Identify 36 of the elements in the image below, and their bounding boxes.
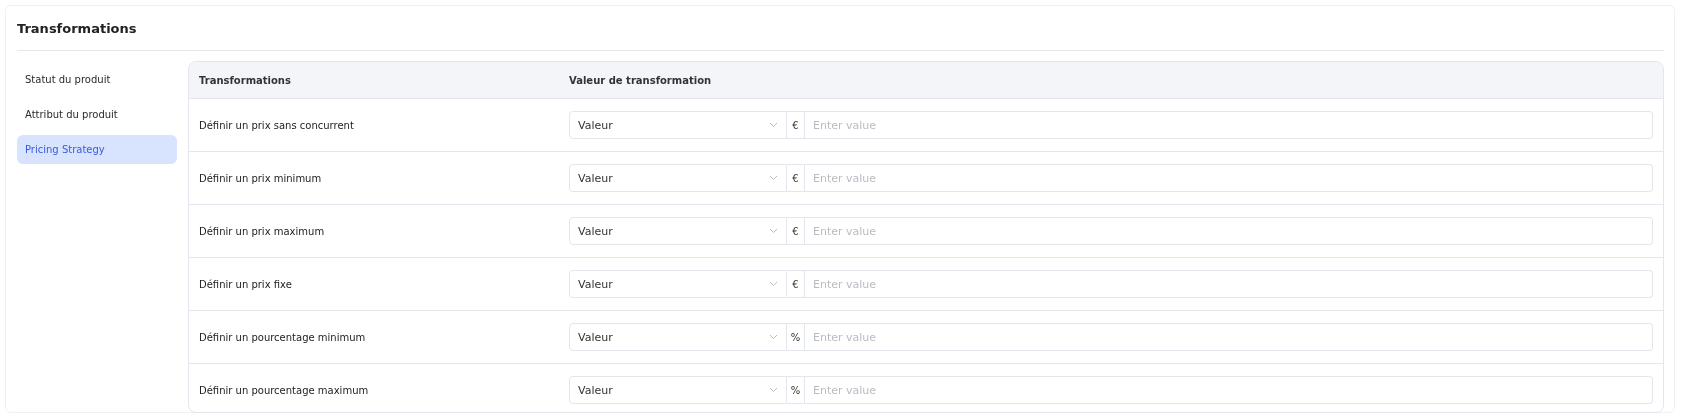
unit-label: € [787, 164, 805, 192]
row-label: Définir un prix sans concurrent [199, 119, 354, 131]
value-input[interactable]: Enter value [805, 111, 1653, 139]
value-input[interactable]: Enter value [805, 270, 1653, 298]
value-input[interactable]: Enter value [805, 376, 1653, 404]
value-input[interactable]: Enter value [805, 217, 1653, 245]
section-title: Transformations [17, 6, 1664, 51]
row-label: Définir un prix fixe [199, 278, 292, 290]
column-header: Transformations [199, 74, 291, 86]
value-input[interactable]: Enter value [805, 323, 1653, 351]
unit-label: € [787, 111, 805, 139]
row-label: Définir un pourcentage minimum [199, 331, 366, 343]
row-label: Définir un prix minimum [199, 172, 322, 184]
chevron-down-icon [769, 175, 778, 181]
row-label: Définir un prix maximum [199, 225, 325, 237]
value-input[interactable]: Enter value [805, 164, 1653, 192]
chevron-down-icon [769, 334, 778, 340]
chevron-down-icon [769, 281, 778, 287]
unit-label: % [787, 323, 805, 351]
chevron-down-icon [769, 228, 778, 234]
value-dropdown[interactable]: Valeur [569, 111, 787, 139]
sidebar-item[interactable]: Attribut du produit [17, 100, 177, 129]
value-dropdown[interactable]: Valeur [569, 270, 787, 298]
unit-label: € [787, 217, 805, 245]
value-dropdown[interactable]: Valeur [569, 376, 787, 404]
unit-label: € [787, 270, 805, 298]
column-header: Valeur de transformation [569, 74, 712, 86]
chevron-down-icon [769, 122, 778, 128]
value-dropdown[interactable]: Valeur [569, 164, 787, 192]
unit-label: % [787, 376, 805, 404]
sidebar-item[interactable]: Pricing Strategy [17, 135, 177, 164]
row-label: Définir un pourcentage maximum [199, 384, 369, 396]
value-dropdown[interactable]: Valeur [569, 323, 787, 351]
value-dropdown[interactable]: Valeur [569, 217, 787, 245]
sidebar-item[interactable]: Statut du produit [17, 65, 177, 94]
chevron-down-icon [769, 387, 778, 393]
